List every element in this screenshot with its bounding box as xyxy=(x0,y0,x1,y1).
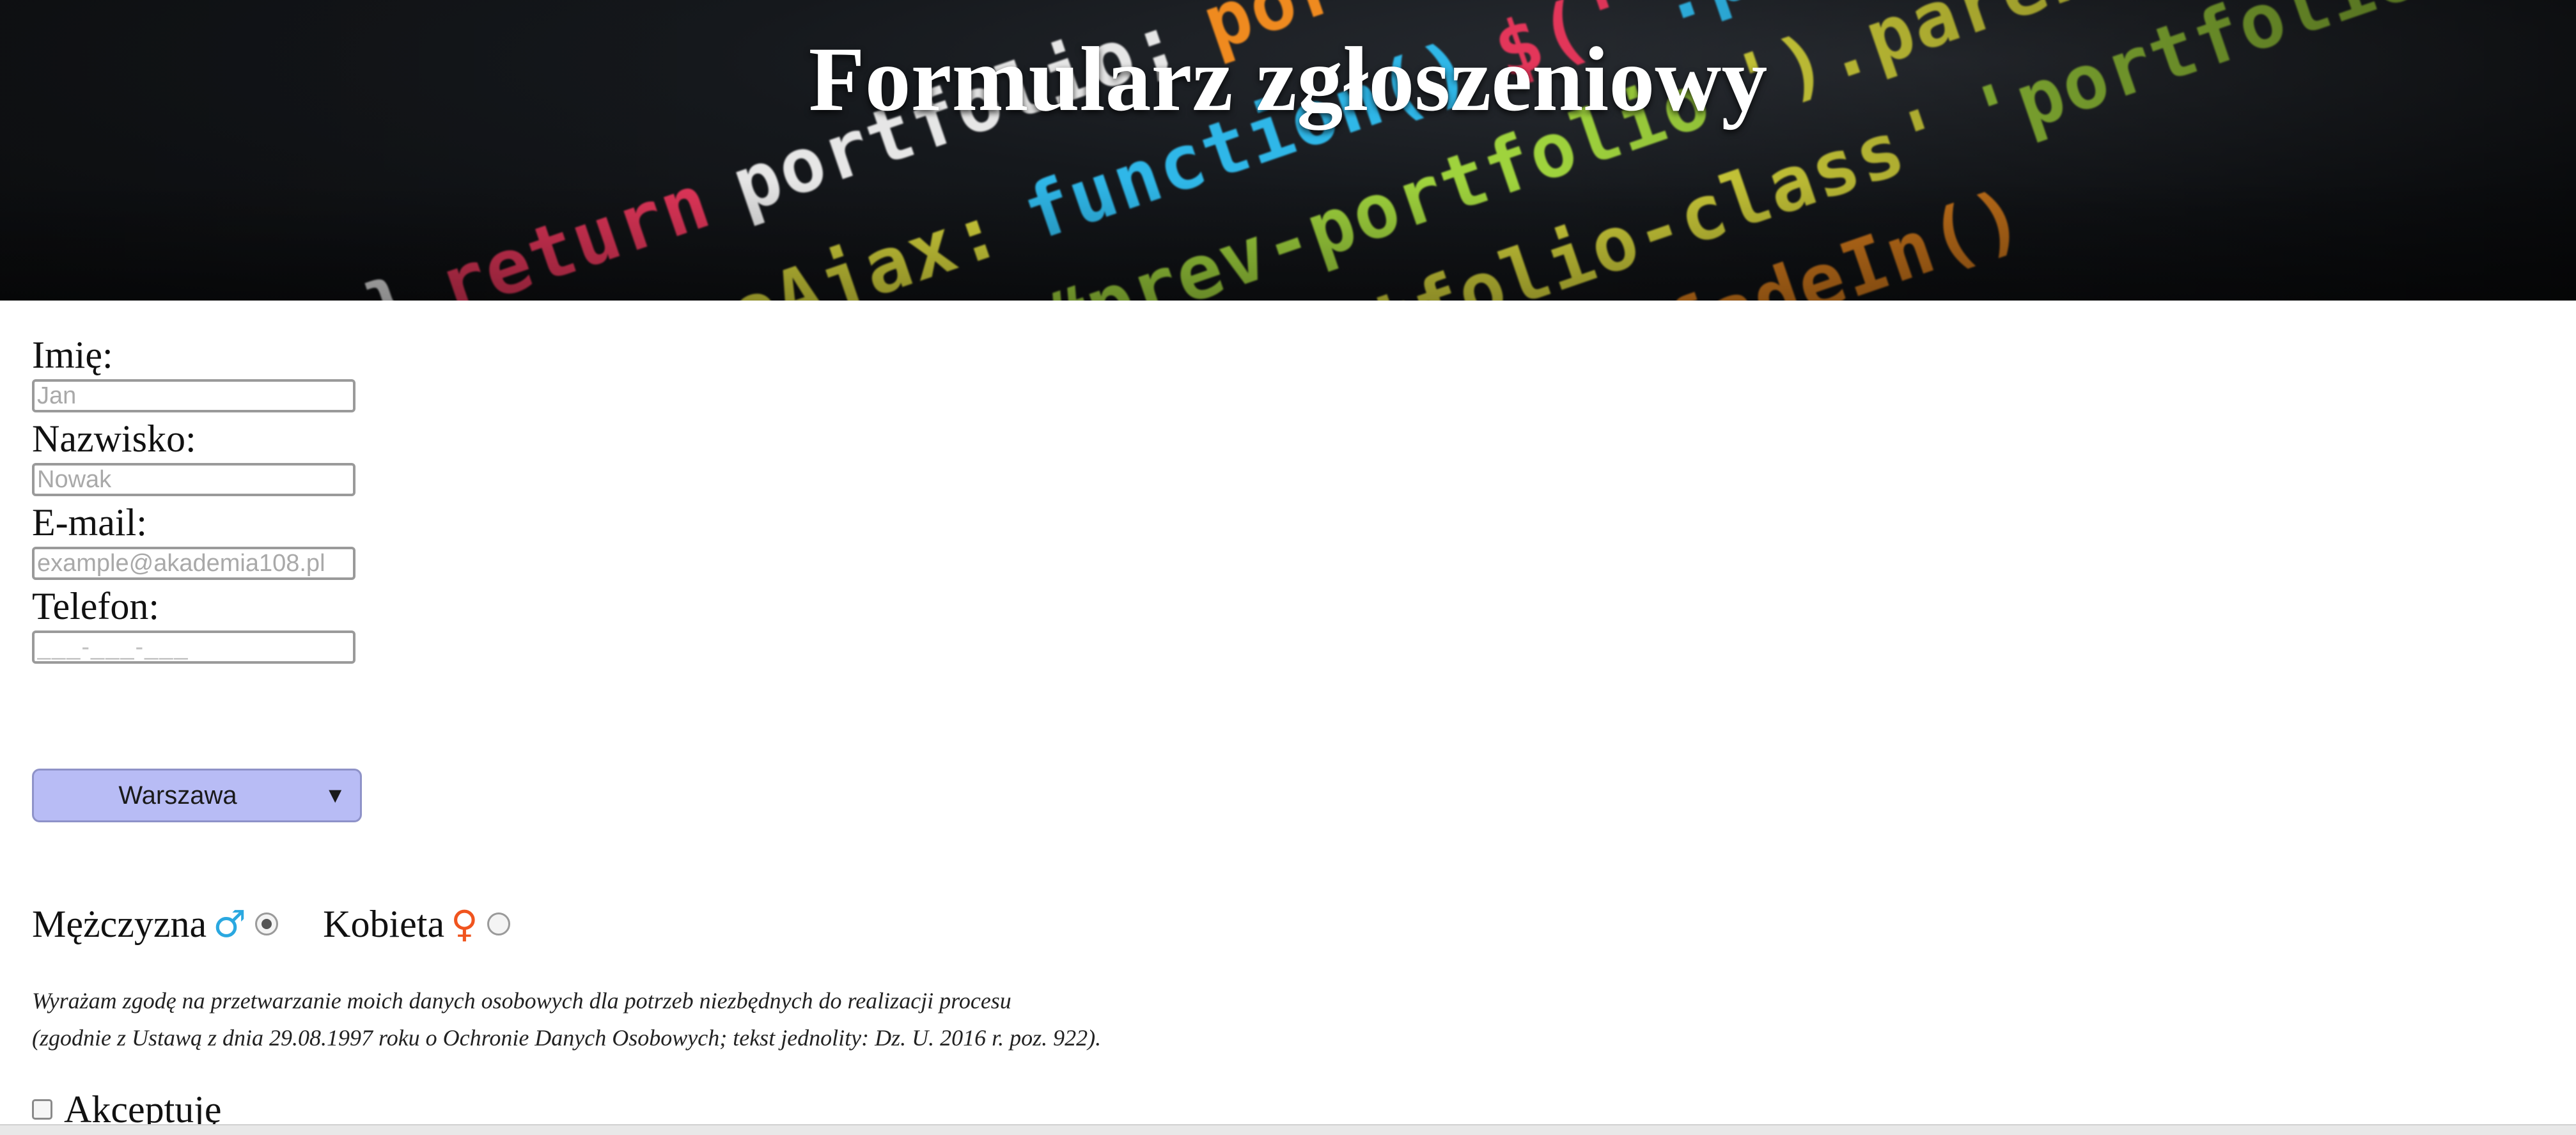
gender-female-radio[interactable] xyxy=(487,912,510,935)
male-symbol-icon: ♂ xyxy=(213,902,247,946)
accept-checkbox[interactable] xyxy=(32,1099,52,1120)
phone-input[interactable] xyxy=(32,630,355,664)
application-form: Imię: Nazwisko: E-mail: Telefon: xyxy=(32,333,355,668)
header-banner: }returnportfolio;portfolioItem initializ… xyxy=(0,0,2576,301)
last-name-input[interactable] xyxy=(32,463,355,496)
city-select-value: Warszawa xyxy=(118,781,237,810)
phone-label: Telefon: xyxy=(32,585,160,627)
female-symbol-icon: ♀ xyxy=(451,902,478,946)
window-bottom-edge xyxy=(0,1124,2576,1135)
chevron-down-icon: ▼ xyxy=(324,783,346,808)
first-name-label: Imię: xyxy=(32,334,113,376)
city-select[interactable]: Warszawa ▼ xyxy=(32,769,362,822)
gender-male-radio[interactable] xyxy=(255,912,279,935)
first-name-input[interactable] xyxy=(32,379,355,412)
consent-line-1: Wyrażam zgodę na przetwarzanie moich dan… xyxy=(32,988,1011,1014)
email-label: E-mail: xyxy=(32,501,147,544)
gender-female-label: Kobieta xyxy=(323,902,445,945)
page-title: Formularz zgłoszeniowy xyxy=(808,29,1768,130)
last-name-label: Nazwisko: xyxy=(32,418,196,460)
gender-male-label: Mężczyzna xyxy=(32,902,207,945)
consent-text: Wyrażam zgodę na przetwarzanie moich dan… xyxy=(32,982,1101,1056)
email-input[interactable] xyxy=(32,547,355,580)
consent-line-2: (zgodnie z Ustawą z dnia 29.08.1997 roku… xyxy=(32,1025,1102,1051)
gender-group: Mężczyzna ♂ Kobieta ♀ xyxy=(32,895,510,953)
